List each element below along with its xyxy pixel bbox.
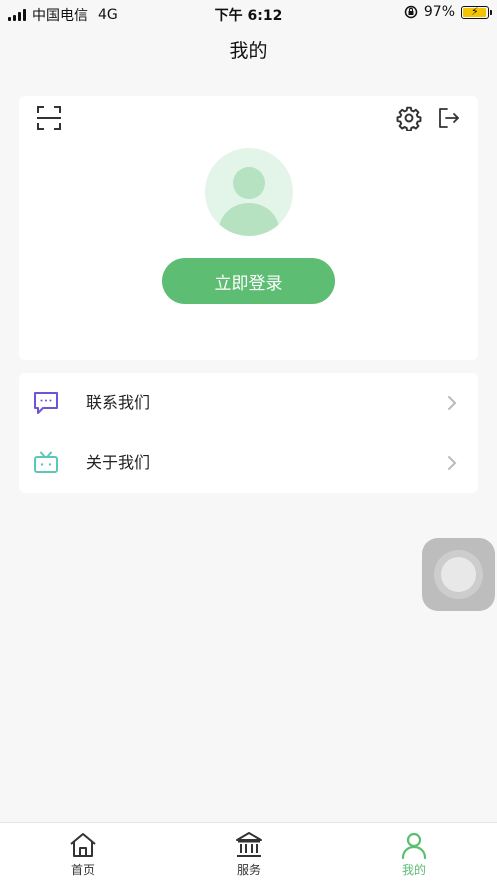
logout-button[interactable] <box>437 106 461 130</box>
gear-icon <box>396 106 422 132</box>
chat-bubble-icon <box>34 392 58 414</box>
tab-service[interactable]: 服务 <box>199 823 299 883</box>
home-icon <box>70 833 96 857</box>
status-right: 97% ⚡ <box>404 4 492 20</box>
battery-icon: ⚡ <box>461 5 492 19</box>
orientation-lock-icon <box>404 5 418 19</box>
nav-bar: 我的 <box>0 26 497 76</box>
profile-card: 立即登录 <box>19 96 478 360</box>
assistive-touch-button[interactable] <box>422 538 495 611</box>
bank-icon <box>236 832 262 857</box>
user-avatar-icon <box>219 167 279 236</box>
tab-home[interactable]: 首页 <box>33 823 133 883</box>
tab-mine[interactable]: 我的 <box>364 823 464 883</box>
settings-button[interactable] <box>396 105 422 132</box>
menu-item-label: 联系我们 <box>86 393 151 412</box>
chevron-right-icon <box>448 456 457 470</box>
status-bar: 中国电信 4G 下午 6:12 97% ⚡ <box>0 0 497 26</box>
tab-label: 服务 <box>236 863 261 877</box>
tv-robot-icon <box>34 451 58 473</box>
menu-card: 联系我们 关于我们 <box>19 373 478 493</box>
menu-item-label: 关于我们 <box>86 453 151 472</box>
tab-label: 我的 <box>401 863 426 877</box>
scan-icon <box>37 106 61 130</box>
assistive-core <box>441 557 476 592</box>
user-icon <box>401 832 427 859</box>
login-button[interactable]: 立即登录 <box>162 258 335 304</box>
menu-item-contact[interactable]: 联系我们 <box>19 373 478 433</box>
logout-icon <box>439 108 459 128</box>
menu-item-about[interactable]: 关于我们 <box>19 433 478 493</box>
battery-percent: 97% <box>423 4 455 20</box>
tab-label: 首页 <box>70 863 95 877</box>
chevron-right-icon <box>448 396 457 410</box>
page-title: 我的 <box>229 40 268 62</box>
avatar[interactable] <box>205 148 293 236</box>
tab-bar: 首页 服务 我的 <box>0 822 497 883</box>
scan-button[interactable] <box>36 105 62 131</box>
